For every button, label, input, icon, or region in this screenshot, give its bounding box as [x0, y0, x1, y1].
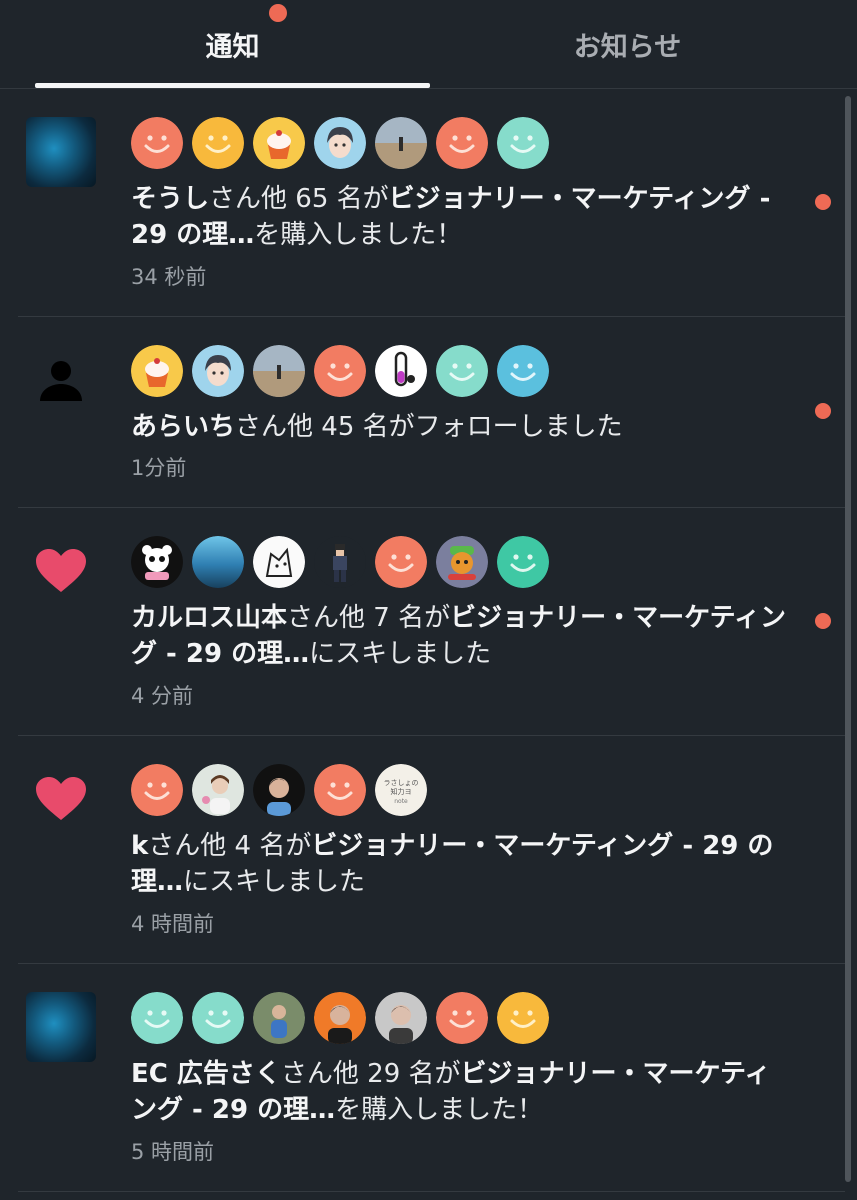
- tab-notifications-label: 通知: [205, 31, 260, 63]
- user-icon: [40, 361, 82, 401]
- notification-action: にスキしました: [183, 867, 366, 897]
- actor-name[interactable]: そうし: [131, 184, 209, 214]
- notification-action: を購入しました！: [254, 220, 463, 250]
- avatar-smiley-mint[interactable]: [192, 992, 244, 1044]
- avatar-smiley-coral[interactable]: [131, 764, 183, 816]
- notification-mid: さん他 65 名が: [209, 184, 389, 214]
- tab-notifications[interactable]: 通知: [35, 0, 430, 88]
- tab-news[interactable]: お知らせ: [430, 0, 825, 88]
- scrollbar[interactable]: [845, 96, 851, 1182]
- svg-text:ラさしょの: ラさしょの: [384, 779, 419, 787]
- avatar-photo-pixel-character[interactable]: [314, 536, 366, 588]
- avatar-row: [131, 345, 549, 397]
- avatar-photo-man-gray[interactable]: [375, 992, 427, 1044]
- avatar-photo-panda[interactable]: [131, 536, 183, 588]
- notification-mid: さん他 4 名が: [148, 831, 312, 861]
- actor-name[interactable]: EC 広告さく: [131, 1059, 281, 1089]
- avatar-row: [131, 117, 549, 169]
- notification-item[interactable]: そうしさん他 65 名がビジョナリー・マーケティング - 29 の理…を購入しま…: [0, 89, 845, 317]
- svg-text:note: note: [394, 798, 408, 805]
- avatar-photo-man-orange[interactable]: [314, 992, 366, 1044]
- unread-dot: [815, 613, 831, 629]
- avatar-smiley-coral[interactable]: [375, 536, 427, 588]
- notification-mid: さん他 45 名がフォローしました: [235, 412, 623, 442]
- actor-name[interactable]: あらいち: [131, 412, 235, 442]
- avatar-photo-landscape[interactable]: [375, 117, 427, 169]
- avatar-smiley-yellow[interactable]: [497, 992, 549, 1044]
- notification-item[interactable]: ラさしょの 知力ヨ note kさん他 4 名がビジョナリー・マーケティング - 2…: [0, 736, 845, 964]
- avatar-photo-note-logo[interactable]: ラさしょの 知力ヨ note: [375, 764, 427, 816]
- avatar-photo-cupcake[interactable]: [253, 117, 305, 169]
- avatar-smiley-coral[interactable]: [436, 992, 488, 1044]
- svg-text:知力ヨ: 知力ヨ: [391, 787, 412, 796]
- avatar-smiley-coral[interactable]: [131, 117, 183, 169]
- avatar-photo-anime-boy[interactable]: [192, 345, 244, 397]
- heart-icon: [36, 777, 86, 820]
- avatar-photo-tennis[interactable]: [253, 992, 305, 1044]
- avatar-photo-woman-flowers[interactable]: [192, 764, 244, 816]
- avatar-row: [131, 536, 549, 588]
- tab-notifications-badge: [269, 4, 287, 22]
- avatar-smiley-coral[interactable]: [314, 345, 366, 397]
- unread-dot: [815, 194, 831, 210]
- lead-icon: [26, 117, 96, 187]
- notification-item[interactable]: EC 広告さくさん他 29 名がビジョナリー・マーケティング - 29 の理…を…: [0, 964, 845, 1192]
- avatar-smiley-blue[interactable]: [497, 345, 549, 397]
- avatar-photo-dog-sketch[interactable]: [253, 536, 305, 588]
- notification-action: にスキしました: [309, 639, 492, 669]
- lead-icon: [26, 992, 96, 1062]
- article-thumbnail: [26, 117, 96, 187]
- avatar-photo-cartoon-dog[interactable]: [436, 536, 488, 588]
- notification-text: kさん他 4 名がビジョナリー・マーケティング - 29 の理…にスキしました: [131, 828, 791, 900]
- tab-bar: 通知 お知らせ: [0, 0, 857, 88]
- avatar-photo-anime-boy[interactable]: [314, 117, 366, 169]
- avatar-smiley-green[interactable]: [497, 536, 549, 588]
- lead-icon: [26, 345, 96, 415]
- actor-name[interactable]: k: [131, 831, 148, 861]
- avatar-smiley-coral[interactable]: [314, 764, 366, 816]
- avatar-photo-cupcake[interactable]: [131, 345, 183, 397]
- unread-dot: [815, 403, 831, 419]
- notification-action: を購入しました！: [335, 1095, 544, 1125]
- timestamp: 5 時間前: [131, 1140, 215, 1164]
- avatar-smiley-mint[interactable]: [131, 992, 183, 1044]
- article-thumbnail: [26, 992, 96, 1062]
- avatar-photo-man-dark[interactable]: [253, 764, 305, 816]
- timestamp: 4 時間前: [131, 912, 215, 936]
- actor-name[interactable]: カルロス山本: [131, 603, 287, 633]
- notification-mid: さん他 7 名が: [287, 603, 451, 633]
- avatar-row: [131, 992, 549, 1044]
- notification-text: あらいちさん他 45 名がフォローしました: [131, 409, 791, 445]
- avatar-photo-sea[interactable]: [192, 536, 244, 588]
- avatar-photo-test-tube[interactable]: [375, 345, 427, 397]
- timestamp: 1分前: [131, 456, 187, 480]
- avatar-photo-landscape[interactable]: [253, 345, 305, 397]
- notification-text: EC 広告さくさん他 29 名がビジョナリー・マーケティング - 29 の理…を…: [131, 1056, 791, 1128]
- divider: [18, 1191, 845, 1192]
- heart-icon: [36, 549, 86, 592]
- notification-text: そうしさん他 65 名がビジョナリー・マーケティング - 29 の理…を購入しま…: [131, 181, 791, 253]
- notification-item[interactable]: あらいちさん他 45 名がフォローしました 1分前: [0, 317, 845, 508]
- avatar-smiley-yellow[interactable]: [192, 117, 244, 169]
- lead-icon: [26, 536, 96, 606]
- avatar-smiley-mint[interactable]: [497, 117, 549, 169]
- avatar-smiley-mint[interactable]: [436, 345, 488, 397]
- timestamp: 34 秒前: [131, 265, 207, 289]
- notification-item[interactable]: カルロス山本さん他 7 名がビジョナリー・マーケティング - 29 の理…にスキ…: [0, 508, 845, 736]
- avatar-row: ラさしょの 知力ヨ note: [131, 764, 427, 816]
- lead-icon: [26, 764, 96, 834]
- timestamp: 4 分前: [131, 684, 194, 708]
- avatar-smiley-coral[interactable]: [436, 117, 488, 169]
- notification-text: カルロス山本さん他 7 名がビジョナリー・マーケティング - 29 の理…にスキ…: [131, 600, 791, 672]
- notification-mid: さん他 29 名が: [280, 1059, 461, 1089]
- tab-news-label: お知らせ: [573, 31, 682, 63]
